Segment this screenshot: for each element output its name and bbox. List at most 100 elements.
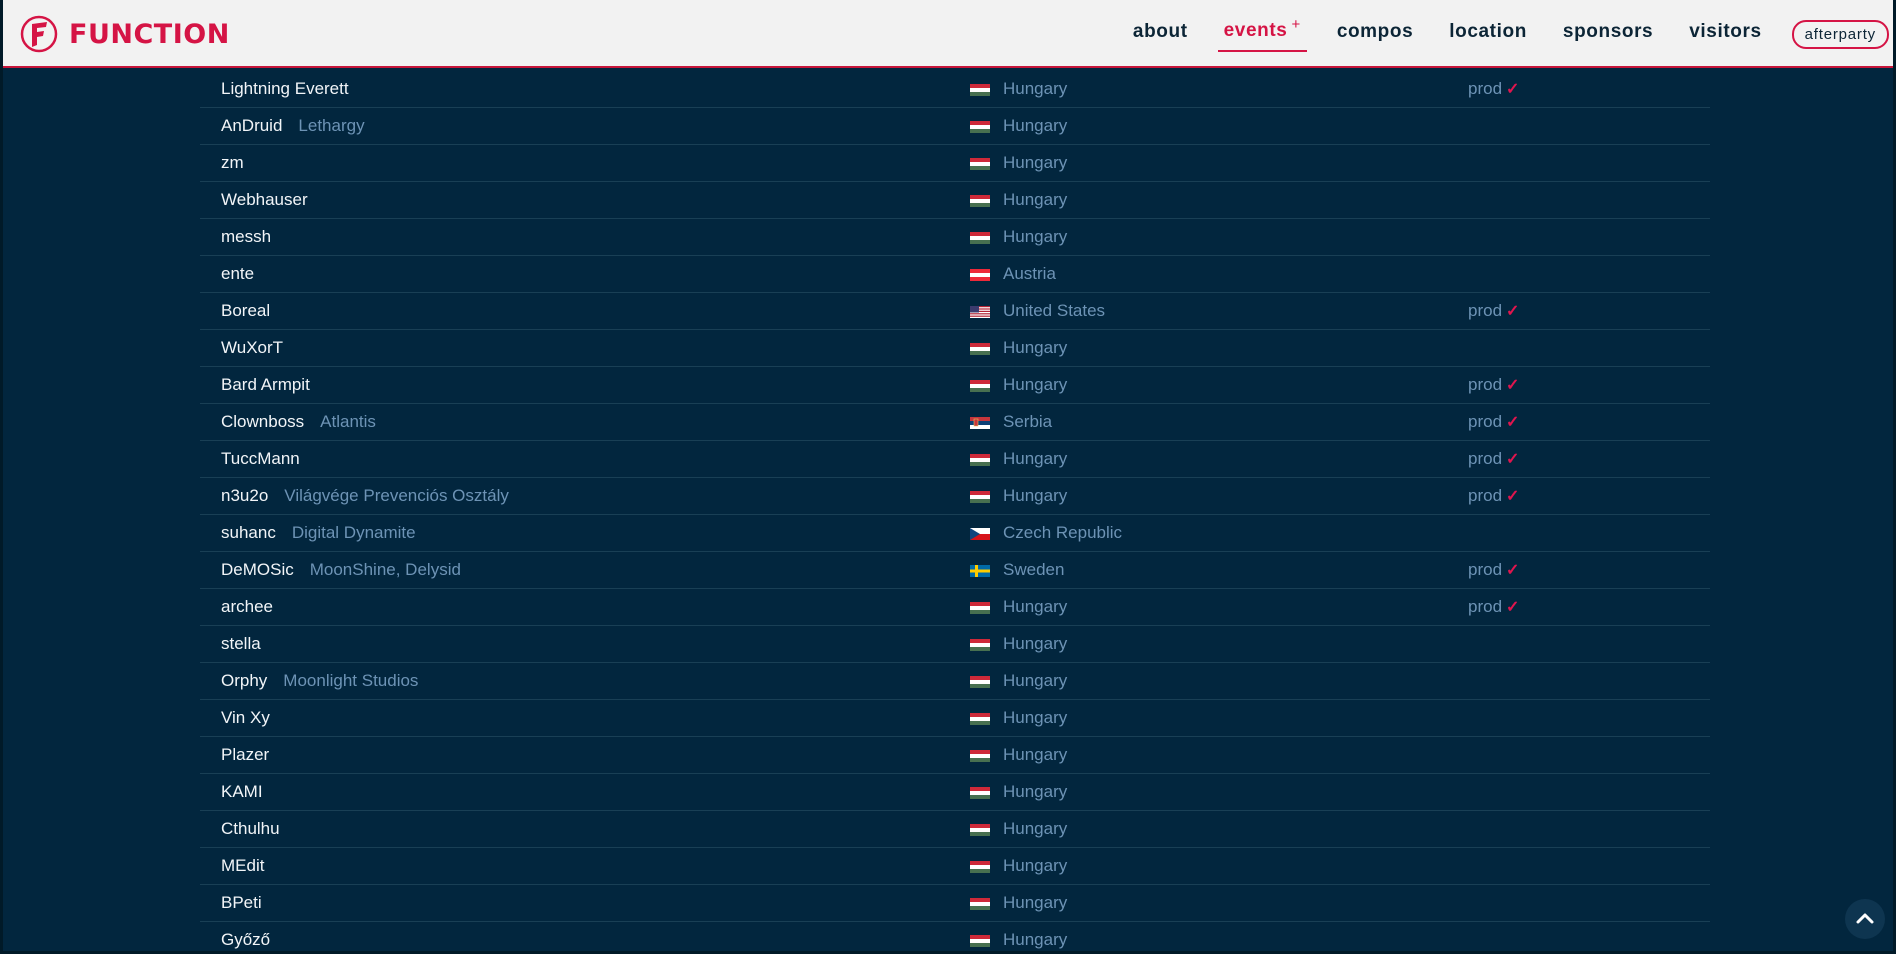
checkmark-icon: ✓ bbox=[1506, 414, 1520, 431]
visitor-row: Cthulhu Hungary bbox=[200, 811, 1710, 848]
visitor-country: Hungary bbox=[1003, 745, 1068, 764]
visitor-country-cell: Hungary bbox=[970, 634, 1067, 654]
visitor-name: ente bbox=[221, 264, 255, 283]
hu-flag-icon bbox=[970, 639, 990, 651]
visitor-name-cell: AnDruid Lethargy bbox=[221, 116, 365, 136]
hu-flag-icon bbox=[970, 750, 990, 762]
cz-flag-icon bbox=[970, 528, 990, 540]
visitor-row: Webhauser Hungary bbox=[200, 182, 1710, 219]
page-frame: FUNCTION about events + compos location s… bbox=[0, 0, 1896, 954]
visitor-name-cell: Győző bbox=[221, 930, 270, 950]
us-flag-icon bbox=[970, 306, 990, 318]
nav-compos[interactable]: compos bbox=[1331, 17, 1419, 51]
visitor-country: Hungary bbox=[1003, 375, 1068, 394]
visitor-name: AnDruid bbox=[221, 116, 283, 135]
hu-flag-icon bbox=[970, 787, 990, 799]
checkmark-icon: ✓ bbox=[1506, 451, 1520, 468]
visitor-country-cell: Hungary bbox=[970, 153, 1067, 173]
visitor-group: Digital Dynamite bbox=[291, 523, 416, 542]
hu-flag-icon bbox=[970, 158, 990, 170]
visitor-name-cell: Webhauser bbox=[221, 190, 308, 210]
site-header: FUNCTION about events + compos location s… bbox=[3, 0, 1893, 68]
nav-visitors[interactable]: visitors bbox=[1683, 17, 1767, 51]
visitor-country-cell: Hungary bbox=[970, 449, 1067, 469]
visitor-group: Lethargy bbox=[298, 116, 365, 135]
visitor-name-cell: zm bbox=[221, 153, 244, 173]
nav-events[interactable]: events + bbox=[1217, 16, 1307, 52]
visitor-name-cell: Orphy Moonlight Studios bbox=[221, 671, 418, 691]
function-logo-icon bbox=[20, 15, 58, 53]
visitor-name: Bard Armpit bbox=[221, 375, 310, 394]
visitor-country: Hungary bbox=[1003, 671, 1068, 690]
visitor-name-cell: WuXorT bbox=[221, 338, 283, 358]
visitor-row: Győző Hungary bbox=[200, 922, 1710, 951]
brand-name: FUNCTION bbox=[69, 18, 230, 50]
nav-events-label: events bbox=[1223, 20, 1288, 41]
visitor-row: BPeti Hungary bbox=[200, 885, 1710, 922]
visitor-row: Bard Armpit Hungary prod ✓ bbox=[200, 367, 1710, 404]
visitor-country: Hungary bbox=[1003, 227, 1068, 246]
prod-label: prod bbox=[1468, 597, 1503, 616]
nav-sponsors[interactable]: sponsors bbox=[1557, 17, 1659, 51]
at-flag-icon bbox=[970, 269, 990, 281]
visitor-name: Vin Xy bbox=[221, 708, 270, 727]
visitor-country: Hungary bbox=[1003, 597, 1068, 616]
visitor-prod-cell: prod ✓ bbox=[1468, 486, 1519, 506]
nav-about-label: about bbox=[1132, 21, 1188, 42]
checkmark-icon: ✓ bbox=[1506, 303, 1520, 320]
visitor-name-cell: MEdit bbox=[221, 856, 264, 876]
visitor-group: Moonlight Studios bbox=[283, 671, 419, 690]
scroll-to-top-button[interactable] bbox=[1845, 899, 1885, 939]
visitor-country-cell: Hungary bbox=[970, 708, 1067, 728]
visitor-table: Lightning Everett Hungary prod ✓ AnDruid Leth… bbox=[200, 71, 1710, 951]
visitor-name-cell: BPeti bbox=[221, 893, 262, 913]
visitor-name: n3u2o bbox=[221, 486, 269, 505]
visitor-row: AnDruid Lethargy Hungary bbox=[200, 108, 1710, 145]
visitor-row: Lightning Everett Hungary prod ✓ bbox=[200, 71, 1710, 108]
hu-flag-icon bbox=[970, 676, 990, 688]
visitor-country-cell: Hungary bbox=[970, 190, 1067, 210]
checkmark-icon: ✓ bbox=[1506, 488, 1520, 505]
logo[interactable]: FUNCTION bbox=[19, 14, 230, 54]
visitor-row: KAMI Hungary bbox=[200, 774, 1710, 811]
visitor-name: zm bbox=[221, 153, 244, 172]
nav-location[interactable]: location bbox=[1443, 17, 1533, 51]
visitor-name: DeMOSic bbox=[221, 560, 294, 579]
hu-flag-icon bbox=[970, 343, 990, 355]
visitor-country: Sweden bbox=[1003, 560, 1065, 579]
prod-label: prod bbox=[1468, 412, 1503, 431]
checkmark-icon: ✓ bbox=[1506, 377, 1520, 394]
visitor-name: Lightning Everett bbox=[221, 79, 349, 98]
visitor-name: Plazer bbox=[221, 745, 270, 764]
visitor-country-cell: Hungary bbox=[970, 79, 1067, 99]
hu-flag-icon bbox=[970, 824, 990, 836]
visitor-row: n3u2o Világvége Prevenciós Osztály Hungary… bbox=[200, 478, 1710, 515]
nav-visitors-label: visitors bbox=[1689, 21, 1762, 42]
prod-label: prod bbox=[1468, 449, 1503, 468]
visitor-country: Hungary bbox=[1003, 449, 1068, 468]
visitor-country-cell: Hungary bbox=[970, 116, 1067, 136]
visitor-name: Orphy bbox=[221, 671, 268, 690]
visitor-country-cell: United States bbox=[970, 301, 1105, 321]
visitor-name: KAMI bbox=[221, 782, 263, 801]
prod-label: prod bbox=[1468, 79, 1503, 98]
visitor-name: Clownboss bbox=[221, 412, 305, 431]
visitor-prod-cell: prod ✓ bbox=[1468, 301, 1519, 321]
main-nav: about events + compos location sponsors v… bbox=[1115, 16, 1889, 52]
visitor-country: Hungary bbox=[1003, 153, 1068, 172]
visitor-row: messh Hungary bbox=[200, 219, 1710, 256]
visitor-country: Hungary bbox=[1003, 634, 1068, 653]
visitor-name: suhanc bbox=[221, 523, 276, 542]
visitor-row: WuXorT Hungary bbox=[200, 330, 1710, 367]
visitor-row: Vin Xy Hungary bbox=[200, 700, 1710, 737]
visitor-name: archee bbox=[221, 597, 273, 616]
visitor-row: Clownboss Atlantis Serbia prod ✓ bbox=[200, 404, 1710, 441]
nav-about[interactable]: about bbox=[1127, 17, 1194, 51]
hu-flag-icon bbox=[970, 195, 990, 207]
visitor-name-cell: n3u2o Világvége Prevenciós Osztály bbox=[221, 486, 509, 506]
se-flag-icon bbox=[970, 565, 990, 577]
afterparty-button[interactable]: afterparty bbox=[1791, 19, 1889, 49]
visitor-country: Hungary bbox=[1003, 819, 1068, 838]
prod-label: prod bbox=[1468, 560, 1503, 579]
hu-flag-icon bbox=[970, 84, 990, 96]
